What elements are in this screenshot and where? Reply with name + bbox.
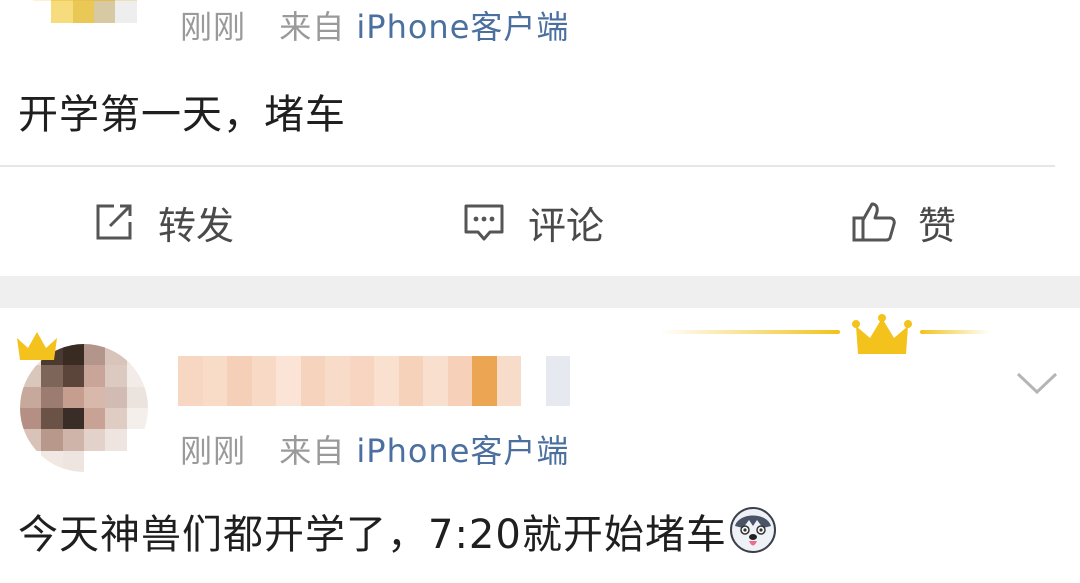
source-prefix: 来自 (279, 432, 346, 470)
comment-button[interactable]: 评论 (460, 196, 604, 248)
post-time: 刚刚 (180, 8, 247, 46)
post-text: 今天神兽们都开学了，7:20就开始堵车 (18, 512, 727, 558)
gold-line-right (920, 330, 990, 334)
post-meta: 刚刚 来自 iPhone客户端 (180, 426, 569, 472)
share-edit-icon (96, 204, 132, 240)
divider (0, 165, 1055, 167)
comment-label: 评论 (528, 203, 605, 248)
avatar[interactable] (30, 0, 158, 44)
feed-separator (0, 276, 1080, 308)
husky-face-emoji (729, 507, 776, 553)
crown-icon (17, 332, 57, 360)
source-link[interactable]: iPhone客户端 (356, 8, 569, 46)
comment-bubble-icon (464, 204, 504, 241)
like-button[interactable]: 赞 (850, 196, 956, 248)
post-card-1: 刚刚 来自 iPhone客户端 开学第一天，堵车 转发 评论 赞 (0, 0, 1080, 276)
source-link[interactable]: iPhone客户端 (356, 432, 569, 470)
post-text-line: 今天神兽们都开学了，7:20就开始堵车 (18, 502, 777, 560)
repost-label: 转发 (158, 203, 235, 248)
post-text: 开学第一天，堵车 (18, 92, 346, 138)
gold-line-left (660, 330, 840, 334)
like-label: 赞 (918, 203, 957, 248)
post-card-2: 刚刚 来自 iPhone客户端 今天神兽们都开学了，7:20就开始堵车 (0, 308, 1080, 583)
username[interactable] (178, 356, 570, 406)
post-time: 刚刚 (180, 432, 247, 470)
thumbs-up-icon (852, 202, 896, 242)
source-prefix: 来自 (279, 8, 346, 46)
post-meta: 刚刚 来自 iPhone客户端 (180, 2, 569, 48)
crown-icon (852, 314, 912, 354)
repost-button[interactable]: 转发 (90, 196, 234, 248)
chevron-down-icon[interactable] (1012, 366, 1062, 400)
